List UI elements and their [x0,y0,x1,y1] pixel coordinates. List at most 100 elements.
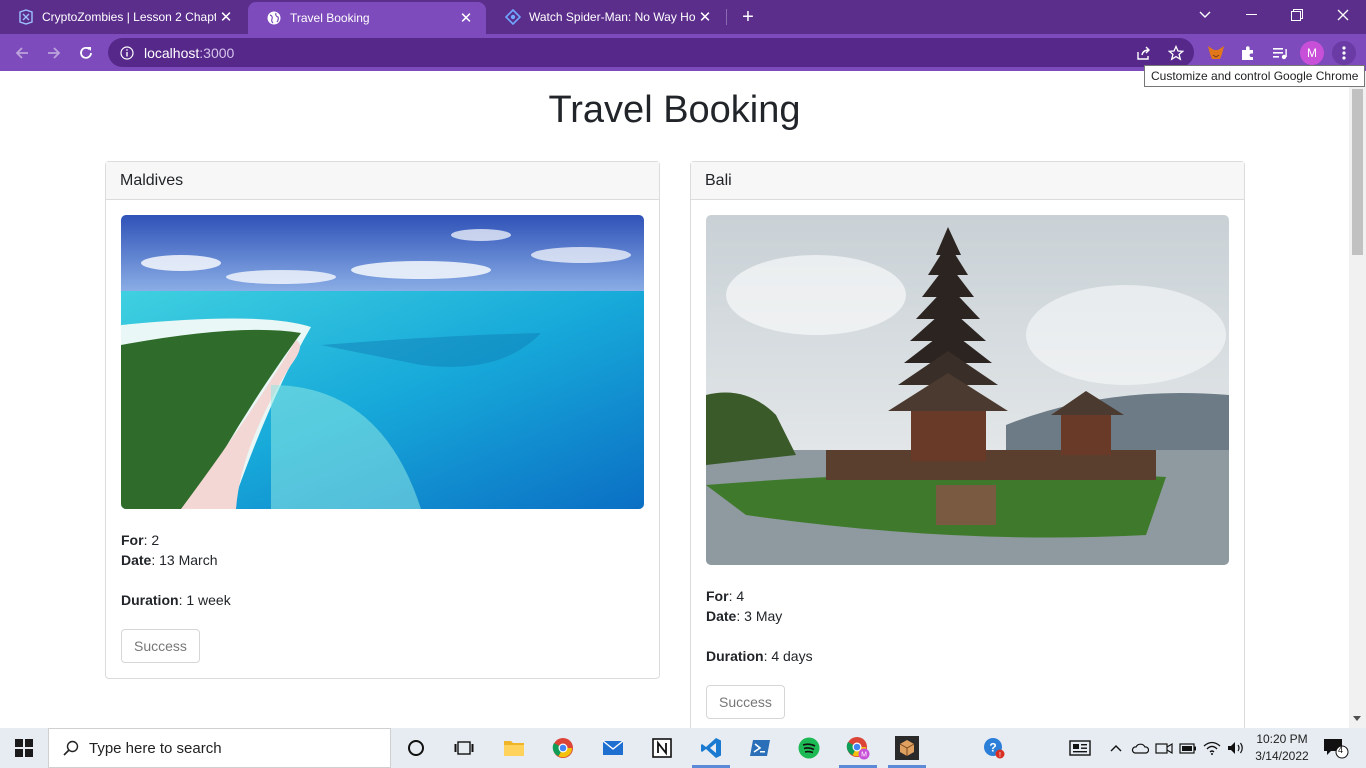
duration-label: Duration [121,592,179,608]
reload-button[interactable] [73,40,99,66]
mail-button[interactable] [601,736,625,760]
bookmark-button[interactable] [1164,41,1188,65]
browser-tab-strip: CryptoZombies | Lesson 2 Chapter ✕ Trave… [0,0,1366,34]
powershell-icon [750,740,770,756]
minimize-icon [1245,14,1257,15]
streaming-site-favicon-icon [505,9,521,25]
tab-search-button[interactable] [1182,0,1228,30]
duration-value: : 1 week [178,592,231,608]
tab-title: CryptoZombies | Lesson 2 Chapter [42,10,216,24]
chrome-taskbar-button[interactable] [551,736,575,760]
spotify-button[interactable] [797,736,821,760]
chrome-profile-taskbar-button[interactable]: M [846,736,870,760]
speaker-icon [1228,742,1243,754]
vscode-button[interactable] [699,736,723,760]
duration-value: : 4 days [763,648,813,664]
task-view-button[interactable] [452,736,476,760]
page-scrollbar[interactable] [1349,71,1366,728]
system-clock[interactable]: 10:20 PM 3/14/2022 [1250,731,1314,765]
show-hidden-icons-button[interactable] [1105,736,1127,760]
close-icon[interactable]: ✕ [216,8,236,26]
metamask-extension-button[interactable] [1204,41,1228,65]
date-value: : 3 May [736,608,783,624]
restore-button[interactable] [1274,0,1320,30]
search-placeholder: Type here to search [89,739,222,757]
windows-logo-icon [15,739,33,757]
news-widget-button[interactable] [1068,736,1092,760]
page-title: Travel Booking [548,89,801,131]
duration-row: Duration: 1 week [121,590,231,610]
file-explorer-button[interactable] [502,736,526,760]
close-icon [1337,9,1349,21]
new-tab-button[interactable]: + [736,5,760,29]
url-host: localhost [144,44,200,61]
success-button[interactable]: Success [706,685,785,719]
media-control-button[interactable] [1268,41,1292,65]
minimize-button[interactable] [1228,0,1274,30]
success-button[interactable]: Success [121,629,200,663]
help-tray-button[interactable]: ?! [982,736,1006,760]
notion-button[interactable] [650,736,674,760]
back-button[interactable] [9,40,35,66]
scroll-down-arrow-icon[interactable] [1353,716,1361,721]
scroll-thumb[interactable] [1352,89,1363,255]
taskbar-search-box[interactable]: Type here to search [48,728,391,768]
close-window-button[interactable] [1320,0,1366,30]
wifi-button[interactable] [1201,736,1223,760]
start-button[interactable] [0,728,48,768]
close-icon[interactable]: ✕ [695,8,715,26]
box-icon [899,740,915,756]
destination-card-bali: Bali For: 4 Date: 3 May Duration: 4 days… [690,161,1245,728]
address-bar[interactable]: localhost:3000 [108,38,1194,67]
duration-row: Duration: 4 days [706,646,813,666]
close-icon[interactable]: ✕ [456,9,476,27]
tab-cryptozombies[interactable]: CryptoZombies | Lesson 2 Chapter ✕ [0,0,246,34]
arrow-left-icon [15,47,28,59]
tab-travel-booking[interactable]: Travel Booking ✕ [248,2,486,34]
tab-title: Watch Spider-Man: No Way Home [529,10,695,24]
tab-divider [726,9,727,25]
info-icon[interactable] [120,45,134,60]
cryptozombies-favicon-icon [19,9,33,25]
mail-icon [602,740,624,755]
extensions-button[interactable] [1236,41,1260,65]
for-row: For: 2 [121,530,231,550]
clock-time: 10:20 PM [1256,732,1308,746]
fox-icon [1208,46,1224,59]
page-viewport: Travel Booking Maldives For: 2 Date: 13 … [0,71,1349,728]
forward-button[interactable] [41,40,67,66]
clock-date: 3/14/2022 [1255,749,1309,763]
camera-icon [1155,742,1173,755]
date-row: Date: 3 May [706,606,813,626]
star-icon [1168,45,1184,61]
package-app-button[interactable] [895,736,919,760]
windows-taskbar: Type here to search M ?! 10:20 PM 3/14/2… [0,728,1366,768]
folder-icon [504,741,524,756]
reload-icon [80,46,92,59]
profile-avatar[interactable]: M [1300,41,1324,65]
playlist-icon [1273,48,1287,60]
task-view-icon [454,741,474,755]
spotify-icon [798,737,820,759]
vscode-icon [701,738,721,758]
url-text: localhost:3000 [144,45,234,61]
battery-button[interactable] [1177,736,1199,760]
share-button[interactable] [1132,41,1156,65]
svg-text:!: ! [999,752,1001,759]
onedrive-button[interactable] [1129,736,1151,760]
tab-spider-man[interactable]: Watch Spider-Man: No Way Home ✕ [487,0,725,34]
action-center-button[interactable]: 4 [1322,736,1350,760]
chrome-menu-button[interactable] [1332,41,1356,65]
cortana-button[interactable] [404,736,428,760]
powershell-button[interactable] [748,736,772,760]
arrow-right-icon [48,47,61,59]
puzzle-icon [1242,46,1253,60]
date-row: Date: 13 March [121,550,231,570]
chrome-icon [552,738,573,758]
volume-button[interactable] [1225,736,1247,760]
duration-label: Duration [706,648,764,664]
svg-text:M: M [861,752,867,759]
svg-text:?: ? [989,741,996,755]
meet-now-button[interactable] [1153,736,1175,760]
wifi-icon [1203,741,1221,755]
